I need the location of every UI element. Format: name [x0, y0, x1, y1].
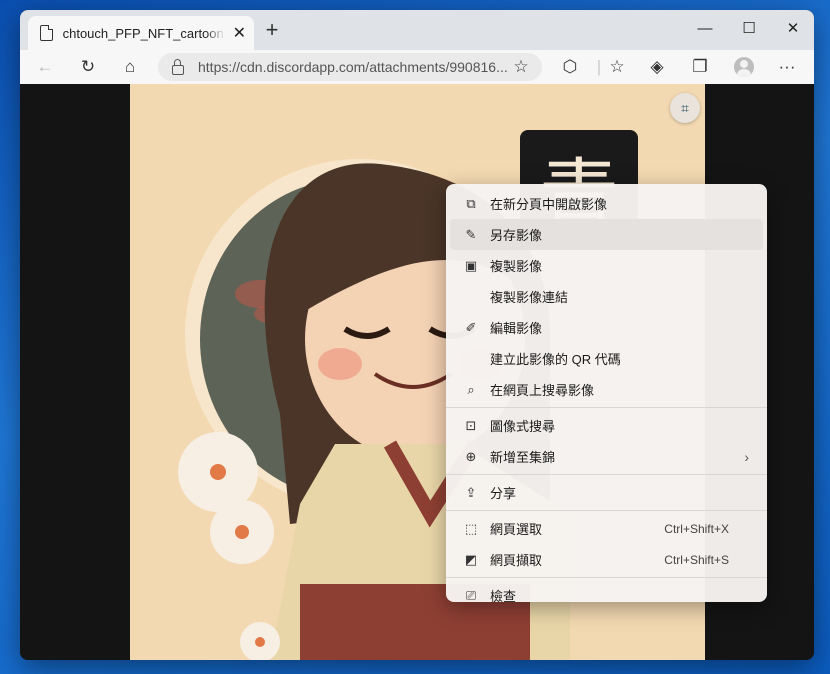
url-text: https://cdn.discordapp.com/attachments/9…	[198, 59, 508, 75]
menu-item[interactable]: ⧉ 在新分頁中開啟影像	[450, 188, 763, 219]
menu-separator	[446, 407, 767, 408]
browser-essentials-icon[interactable]: ◈	[642, 50, 672, 84]
refresh-icon[interactable]: ↻	[73, 50, 103, 84]
tab-close-icon[interactable]: ✕	[233, 23, 246, 43]
menu-item-label: 新增至集錦	[490, 450, 556, 465]
menu-item[interactable]: ✎ 另存影像	[450, 219, 763, 250]
menu-separator	[446, 510, 767, 511]
web-capture-icon: ◩	[464, 551, 478, 567]
favorites-icon[interactable]: ☆	[602, 50, 632, 84]
edit-image-icon: ✐	[465, 319, 477, 335]
tab-title: chtouch_PFP_NFT_cartoon_girl_s	[62, 25, 225, 41]
menu-item-label: 網頁選取	[490, 522, 543, 537]
add-collection-icon: ⊕	[465, 448, 477, 464]
menu-item-label: 檢查	[490, 589, 517, 604]
menu-item-label: 圖像式搜尋	[490, 419, 556, 434]
navigation-toolbar: ← ↻ ⌂ https://cdn.discordapp.com/attachm…	[20, 50, 814, 85]
back-arrow-icon[interactable]: ←	[30, 50, 60, 84]
minimize-button[interactable]: —	[682, 10, 728, 50]
close-window-button[interactable]: ✕	[770, 10, 814, 50]
more-menu-icon[interactable]: ···	[772, 50, 802, 84]
favorite-star-icon[interactable]: ☆	[508, 50, 534, 84]
menu-item-shortcut: Ctrl+Shift+S	[664, 552, 729, 567]
menu-item[interactable]: ⬚ 網頁選取 Ctrl+Shift+X	[450, 513, 763, 544]
new-tab-button[interactable]: +	[258, 16, 286, 44]
menu-item-label: 建立此影像的 QR 代碼	[490, 352, 621, 367]
menu-item-label: 在新分頁中開啟影像	[490, 197, 608, 212]
home-icon[interactable]: ⌂	[115, 50, 145, 84]
address-bar[interactable]: https://cdn.discordapp.com/attachments/9…	[158, 53, 542, 81]
save-image-icon: ✎	[465, 226, 477, 242]
menu-item-label: 在網頁上搜尋影像	[490, 383, 595, 398]
menu-item[interactable]: 複製影像連結	[450, 281, 763, 312]
menu-item[interactable]: ⊕ 新增至集錦 ›	[450, 441, 763, 472]
maximize-button[interactable]: ☐	[726, 10, 772, 50]
menu-item[interactable]: ▣ 複製影像	[450, 250, 763, 281]
menu-item-label: 複製影像連結	[490, 290, 569, 305]
visual-search-icon: ⊡	[465, 417, 477, 433]
open-new-tab-icon: ⧉	[466, 195, 476, 211]
profile-avatar[interactable]	[734, 57, 754, 77]
menu-item-label: 複製影像	[490, 259, 543, 274]
visual-search-button[interactable]: ⌗	[670, 93, 700, 123]
menu-separator	[446, 474, 767, 475]
search-web-image-icon: ⌕	[467, 381, 475, 397]
web-select-icon: ⬚	[464, 520, 478, 536]
document-icon	[40, 25, 53, 41]
menu-item[interactable]: ⊡ 圖像式搜尋	[450, 410, 763, 441]
menu-item-label: 分享	[490, 486, 517, 501]
menu-item-label: 網頁擷取	[490, 553, 543, 568]
extensions-icon[interactable]: ⬡	[555, 50, 585, 84]
menu-item[interactable]: 建立此影像的 QR 代碼	[450, 343, 763, 374]
image-context-menu: ⧉ 在新分頁中開啟影像 ✎ 另存影像 ▣ 複製影像複製影像連結 ✐ 編輯影像建立此影像的 QR…	[446, 184, 767, 604]
menu-item-label: 另存影像	[490, 228, 543, 243]
tab-active[interactable]: chtouch_PFP_NFT_cartoon_girl_s ✕	[28, 16, 254, 50]
collections-icon[interactable]: ❐	[685, 50, 715, 84]
menu-item-label: 編輯影像	[490, 321, 543, 336]
chevron-right-icon: ›	[744, 448, 749, 465]
menu-item[interactable]: ⌕ 在網頁上搜尋影像	[450, 374, 763, 405]
menu-item[interactable]: ◩ 網頁擷取 Ctrl+Shift+S	[450, 544, 763, 575]
inspect-icon: ⎚	[465, 587, 477, 603]
lock-icon	[172, 58, 184, 75]
menu-item[interactable]: ⎚ 檢查	[450, 580, 763, 611]
menu-item-shortcut: Ctrl+Shift+X	[664, 521, 729, 536]
tab-bar: chtouch_PFP_NFT_cartoon_girl_s ✕ + — ☐ ✕	[20, 10, 814, 50]
menu-item[interactable]: ✐ 編輯影像	[450, 312, 763, 343]
share-icon: ⇪	[465, 484, 477, 500]
menu-item[interactable]: ⇪ 分享	[450, 477, 763, 508]
copy-image-icon: ▣	[464, 257, 478, 273]
menu-separator	[446, 577, 767, 578]
